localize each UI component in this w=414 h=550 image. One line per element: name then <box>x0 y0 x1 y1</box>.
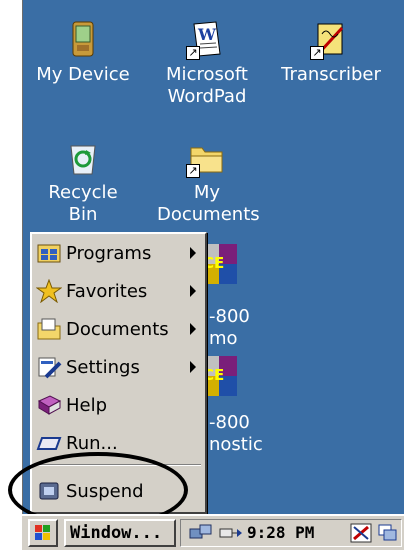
power-plug-icon[interactable] <box>217 523 243 547</box>
shortcut-arrow-icon: ↗ <box>310 46 324 60</box>
desktop-icon-my-device[interactable]: My Device <box>33 20 133 86</box>
settings-icon <box>36 355 62 379</box>
submenu-arrow-icon <box>190 285 196 297</box>
programs-icon <box>36 241 62 265</box>
shortcut-arrow-icon: ↗ <box>186 46 200 60</box>
desktop-icon-label: Microsoft WordPad <box>166 64 248 107</box>
submenu-arrow-icon <box>190 247 196 259</box>
recycle-bin-icon <box>64 138 102 176</box>
menu-item-settings[interactable]: Settings <box>34 350 204 384</box>
taskbar-window-button[interactable]: Window... <box>64 519 176 547</box>
desktop-icon-label: My Device <box>36 64 130 85</box>
menu-item-help[interactable]: Help <box>34 388 204 422</box>
switch-windows-icon[interactable] <box>377 523 399 547</box>
desktop-icon-transcriber[interactable]: ↗ Transcriber <box>281 20 381 86</box>
desktop-icon-label: Recycle Bin <box>48 182 118 225</box>
input-panel-icon[interactable] <box>349 522 373 548</box>
windows-flag-icon <box>33 523 53 547</box>
submenu-arrow-icon <box>190 323 196 335</box>
help-book-icon <box>36 393 62 417</box>
desktop-icon-label: My Documents <box>157 182 260 225</box>
desktop-icon-label-partial: -800 nostic <box>209 412 263 455</box>
folder-icon: ↗ <box>186 138 226 178</box>
wordpad-icon: W ↗ <box>186 20 226 60</box>
system-tray: 9:28 PM <box>180 519 402 547</box>
shortcut-arrow-icon: ↗ <box>186 164 200 178</box>
desktop-icon-label: Transcriber <box>281 64 381 85</box>
menu-item-programs[interactable]: Programs <box>34 236 204 270</box>
run-icon <box>36 431 62 455</box>
menu-item-documents[interactable]: Documents <box>34 312 204 346</box>
desktop-icon-my-documents[interactable]: ↗ My Documents <box>157 138 260 226</box>
star-icon <box>35 278 63 304</box>
start-button[interactable] <box>28 519 58 547</box>
desktop-icon-wordpad[interactable]: W ↗ Microsoft WordPad <box>157 20 257 108</box>
menu-item-favorites[interactable]: Favorites <box>34 274 204 308</box>
transcriber-icon: ↗ <box>310 20 350 60</box>
desktop-icon-recycle-bin[interactable]: Recycle Bin <box>33 138 133 226</box>
network-icon[interactable] <box>189 523 213 547</box>
documents-icon <box>36 317 62 341</box>
pda-device-icon <box>64 20 102 58</box>
clock[interactable]: 9:28 PM <box>247 523 314 542</box>
svg-text:W: W <box>197 25 217 44</box>
desktop-icon-label-partial: -800 mo <box>209 306 250 349</box>
submenu-arrow-icon <box>190 361 196 373</box>
taskbar: Window... 9:28 PM <box>22 514 404 550</box>
